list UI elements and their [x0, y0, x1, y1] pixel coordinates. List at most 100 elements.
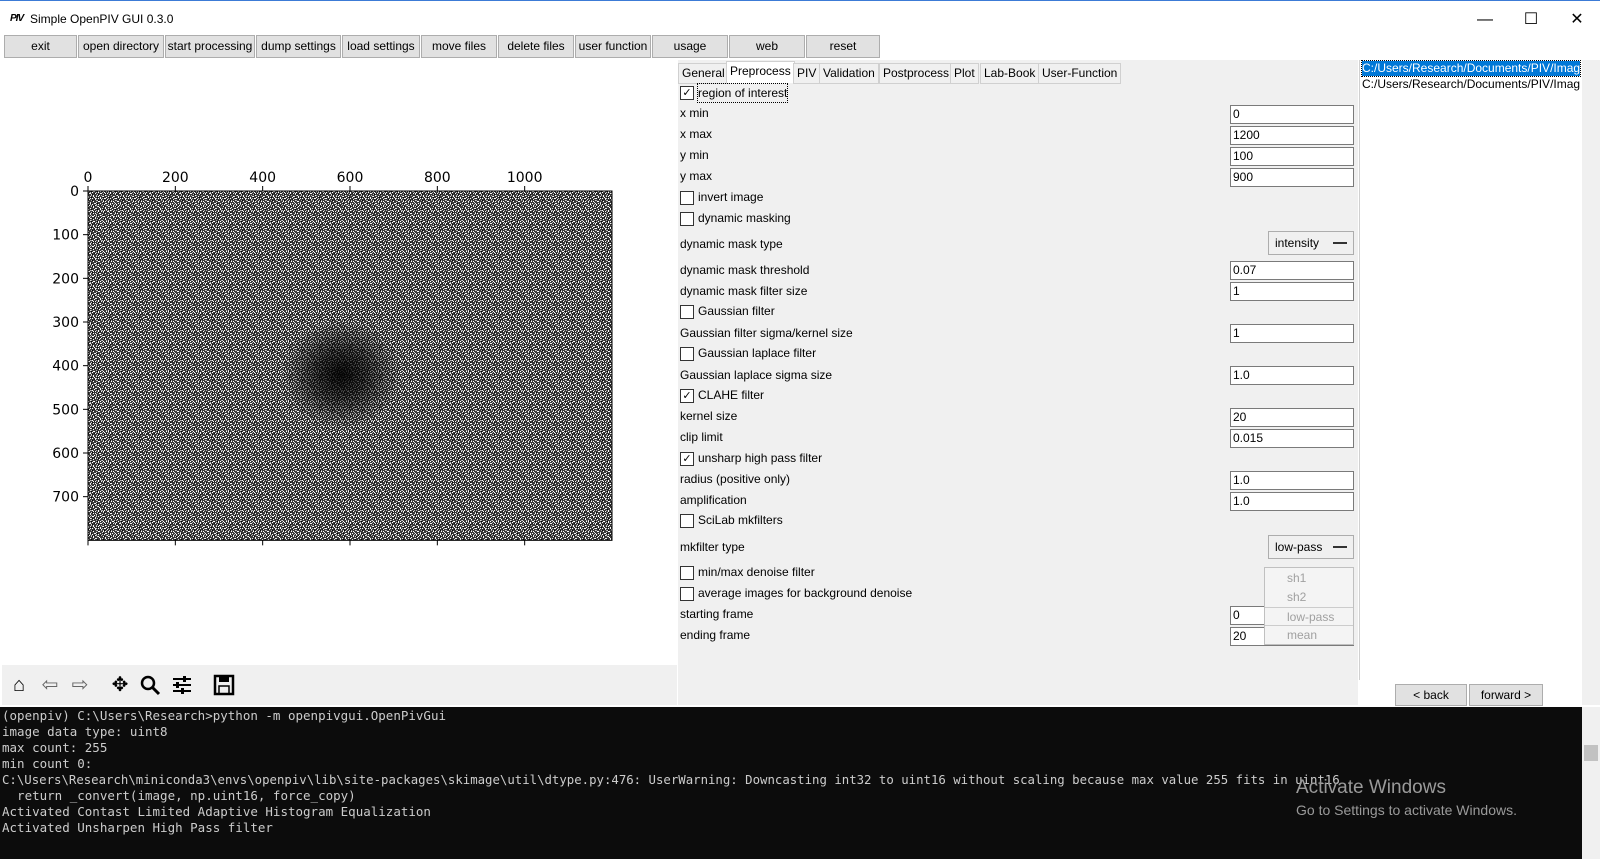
amplification-label: amplification: [680, 493, 747, 507]
tab-piv[interactable]: PIV: [793, 63, 821, 84]
activate-windows-title: Activate Windows: [1296, 777, 1446, 798]
invert-checkbox[interactable]: [680, 191, 694, 205]
dynamic-mask-threshold-field[interactable]: 0.07: [1230, 261, 1354, 280]
tab-plot[interactable]: Plot: [950, 63, 979, 84]
clip-limit-label: clip limit: [680, 430, 723, 444]
dynamic-mask-threshold-label: dynamic mask threshold: [680, 263, 810, 277]
console-line: Activated Unsharpen High Pass filter: [2, 820, 273, 835]
tab-user-function[interactable]: User-Function: [1038, 63, 1122, 84]
panel-scrollbar[interactable]: [1582, 60, 1600, 705]
maximize-button[interactable]: ☐: [1508, 7, 1554, 33]
reset-button[interactable]: reset: [806, 35, 880, 58]
load-settings-button[interactable]: load settings: [342, 35, 420, 58]
dropdown-option[interactable]: sh1: [1265, 569, 1353, 588]
mkfilter-type-select[interactable]: low-pass: [1268, 535, 1354, 559]
radius-field[interactable]: 1.0: [1230, 471, 1354, 490]
x-tick-label: 0: [84, 170, 93, 186]
y-tick-label: 500: [52, 402, 79, 418]
minimize-button[interactable]: —: [1462, 7, 1508, 33]
scilab-checkbox[interactable]: [680, 514, 694, 528]
x-min-label: x min: [680, 106, 709, 120]
title-bar: PIV Simple OpenPIV GUI 0.3.0 — ☐ ✕: [0, 0, 1600, 36]
file-listbox[interactable]: C:/Users/Research/Documents/PIV/Imag C:/…: [1359, 60, 1582, 680]
tab-lab-book[interactable]: Lab-Book: [980, 63, 1040, 84]
save-icon[interactable]: [210, 671, 238, 699]
tab-validation[interactable]: Validation: [819, 63, 879, 84]
plot-toolbar: ⌂ ⇦ ⇨ ✥: [2, 665, 677, 705]
back-button[interactable]: < back: [1395, 684, 1467, 706]
user-function-button[interactable]: user function: [575, 35, 651, 58]
plot-area[interactable]: 0 200 400 600 800 1000 0 100 200 300 400 500 600 700: [2, 60, 677, 665]
x-max-label: x max: [680, 127, 713, 141]
console-scrollbar[interactable]: [1582, 707, 1600, 859]
dynamic-mask-type-label: dynamic mask type: [680, 237, 783, 251]
tab-general[interactable]: General: [678, 63, 729, 84]
gaussian-sigma-field[interactable]: 1: [1230, 324, 1354, 343]
gaussian-filter-checkbox[interactable]: [680, 305, 694, 319]
configure-icon[interactable]: [168, 671, 196, 699]
pan-icon[interactable]: ✥: [106, 671, 134, 699]
console-line: image data type: uint8: [2, 724, 168, 739]
close-button[interactable]: ✕: [1554, 7, 1600, 33]
start-processing-button[interactable]: start processing: [165, 35, 255, 58]
minmax-denoise-checkbox[interactable]: [680, 566, 694, 580]
app-icon: PIV: [10, 13, 24, 24]
x-tick-label: 1000: [507, 170, 543, 186]
y-min-label: y min: [680, 148, 709, 162]
dynamic-masking-checkbox[interactable]: [680, 212, 694, 226]
x-tick-label: 400: [249, 170, 276, 186]
image-content: [87, 190, 613, 541]
home-icon[interactable]: ⌂: [5, 671, 33, 699]
x-tick-label: 800: [424, 170, 451, 186]
roi-label: region of interest: [696, 83, 789, 103]
y-max-field[interactable]: 900: [1230, 168, 1354, 187]
x-min-field[interactable]: 0: [1230, 105, 1354, 124]
zoom-icon[interactable]: [136, 671, 164, 699]
main-toolbar: exit open directory start processing dum…: [0, 34, 1600, 60]
back-arrow-icon[interactable]: ⇦: [36, 671, 64, 699]
laplace-sigma-field[interactable]: 1.0: [1230, 366, 1354, 385]
dynamic-mask-type-select[interactable]: intensity: [1268, 231, 1354, 255]
x-max-field[interactable]: 1200: [1230, 126, 1354, 145]
console-scroll-thumb[interactable]: [1584, 745, 1598, 761]
dump-settings-button[interactable]: dump settings: [256, 35, 341, 58]
move-files-button[interactable]: move files: [421, 35, 497, 58]
tab-postprocess[interactable]: Postprocess: [879, 63, 954, 84]
y-tick-label: 200: [52, 271, 79, 287]
mkfilter-type-label: mkfilter type: [680, 540, 745, 554]
tab-preprocess[interactable]: Preprocess: [726, 61, 795, 83]
unsharp-checkbox[interactable]: ✓: [680, 452, 694, 466]
open-directory-button[interactable]: open directory: [78, 35, 164, 58]
scilab-label: SciLab mkfilters: [698, 513, 783, 527]
roi-checkbox[interactable]: ✓: [680, 86, 694, 100]
y-tick-label: 700: [52, 490, 79, 506]
average-images-checkbox[interactable]: [680, 587, 694, 601]
x-tick-label: 200: [162, 170, 189, 186]
minmax-denoise-label: min/max denoise filter: [698, 565, 815, 579]
y-min-field[interactable]: 100: [1230, 147, 1354, 166]
dropdown-option[interactable]: sh2: [1265, 588, 1353, 607]
mkfilter-dropdown-menu: sh1 sh2 low-pass mean: [1264, 567, 1354, 645]
dynamic-mask-type-value: intensity: [1275, 236, 1320, 250]
clahe-checkbox[interactable]: ✓: [680, 389, 694, 403]
activate-windows-subtitle: Go to Settings to activate Windows.: [1296, 802, 1517, 818]
clip-limit-field[interactable]: 0.015: [1230, 429, 1354, 448]
delete-files-button[interactable]: delete files: [498, 35, 574, 58]
dropdown-option[interactable]: mean: [1265, 626, 1353, 645]
dynamic-mask-filter-field[interactable]: 1: [1230, 282, 1354, 301]
console-line: C:\Users\Research\miniconda3\envs\openpi…: [2, 773, 1340, 787]
file-list-item[interactable]: C:/Users/Research/Documents/PIV/Imag: [1362, 77, 1580, 92]
kernel-size-field[interactable]: 20: [1230, 408, 1354, 427]
exit-button[interactable]: exit: [4, 35, 77, 58]
console-line: min count 0:: [2, 756, 93, 771]
file-list-item[interactable]: C:/Users/Research/Documents/PIV/Imag: [1361, 60, 1581, 77]
forward-button[interactable]: forward >: [1469, 684, 1543, 706]
web-button[interactable]: web: [729, 35, 805, 58]
y-tick-label: 400: [52, 359, 79, 375]
dropdown-option[interactable]: low-pass: [1265, 607, 1353, 626]
forward-arrow-icon[interactable]: ⇨: [66, 671, 94, 699]
dropdown-indicator-icon: [1333, 242, 1347, 244]
usage-button[interactable]: usage: [652, 35, 728, 58]
amplification-field[interactable]: 1.0: [1230, 492, 1354, 511]
gaussian-laplace-checkbox[interactable]: [680, 347, 694, 361]
